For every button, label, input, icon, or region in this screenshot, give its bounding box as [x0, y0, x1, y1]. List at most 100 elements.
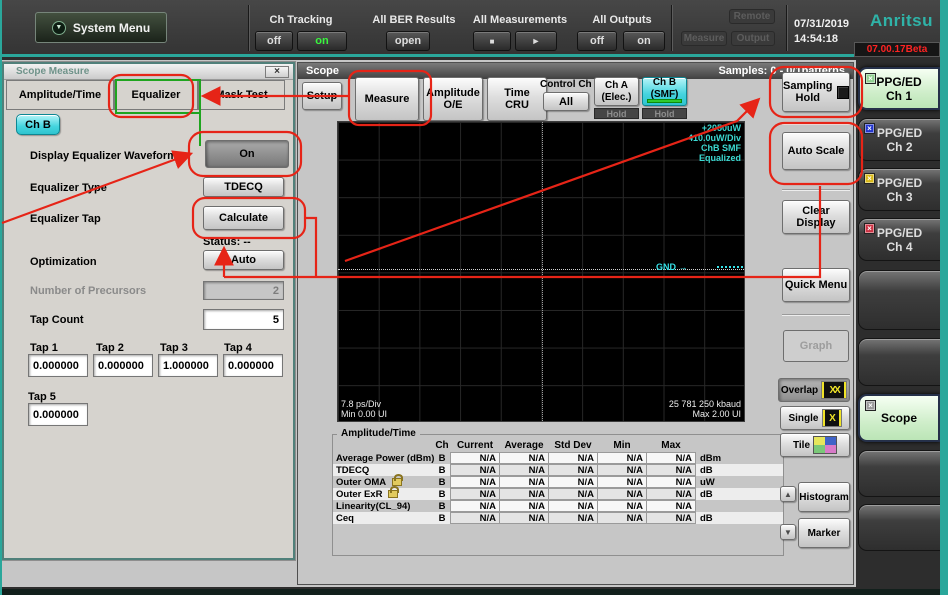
sidebar-item-blank[interactable]: [858, 504, 940, 551]
ch-b-hold-button[interactable]: Hold: [642, 108, 687, 119]
all-outputs-label: All Outputs: [574, 14, 670, 26]
sidebar-item-blank[interactable]: [858, 450, 940, 497]
ch-tracking-on-button[interactable]: on: [297, 31, 347, 51]
control-ch-all-button[interactable]: All: [543, 92, 589, 111]
result-cell: N/A: [548, 488, 598, 500]
histogram-button[interactable]: Histogram: [798, 482, 850, 512]
result-cell: N/A: [597, 476, 647, 488]
center-cursor-line: [542, 122, 543, 421]
channel-b-chip[interactable]: Ch B: [16, 114, 60, 135]
number-of-precursors-field[interactable]: 2: [203, 281, 284, 300]
all-measurements-start-button[interactable]: ►: [515, 31, 557, 51]
sidebar-item-blank[interactable]: [858, 270, 940, 330]
time-cru-button[interactable]: Time CRU: [487, 77, 547, 121]
clear-display-button[interactable]: Clear Display: [782, 200, 850, 234]
channel-status-icon: [864, 173, 875, 184]
horizontal-scale-readout: 7.8 ps/Div Min 0.00 UI: [341, 399, 387, 419]
result-cell: N/A: [499, 512, 549, 524]
result-cell: N/A: [597, 488, 647, 500]
overlap-view-button[interactable]: Overlap: [778, 378, 850, 402]
tap3-field[interactable]: 1.000000: [158, 354, 218, 377]
ch-tracking-off-button[interactable]: off: [255, 31, 293, 51]
waveform-display: GND → +2050uW 410.0uW/Div ChB SMF Equali…: [337, 121, 745, 422]
tap-count-label: Tap Count: [30, 314, 84, 326]
sidebar-item-ppg-ed-ch2[interactable]: PPG/ED Ch 2: [858, 118, 940, 161]
calculate-button[interactable]: Calculate: [203, 206, 284, 230]
divider: [782, 314, 850, 315]
tap5-label: Tap 5: [28, 391, 56, 403]
sidebar-item-label: PPG/ED Ch 3: [877, 176, 922, 204]
single-view-button[interactable]: Single: [780, 406, 850, 430]
chevron-down-icon: ▼: [52, 21, 66, 35]
setup-button[interactable]: Setup: [302, 82, 342, 110]
result-cell: N/A: [450, 476, 500, 488]
scroll-down-button[interactable]: ▼: [780, 524, 796, 540]
tap2-field[interactable]: 0.000000: [93, 354, 153, 377]
amplitude-per-div-label: 410.0uW/Div: [688, 133, 741, 143]
dialog-title: Scope Measure: [16, 66, 89, 77]
tap1-label: Tap 1: [30, 342, 58, 354]
result-cell: N/A: [499, 488, 549, 500]
tap3-label: Tap 3: [160, 342, 188, 354]
channel-status-icon: [864, 123, 875, 134]
result-unit: uW: [696, 477, 730, 488]
sidebar-item-blank[interactable]: [858, 338, 940, 386]
sidebar-item-ppg-ed-ch4[interactable]: PPG/ED Ch 4: [858, 218, 940, 261]
system-menu-button[interactable]: ▼ System Menu: [35, 12, 167, 43]
tap5-field[interactable]: 0.000000: [28, 403, 88, 426]
header-current: Current: [450, 440, 500, 451]
tab-amplitude-time[interactable]: Amplitude/Time: [6, 80, 114, 110]
tile-view-button[interactable]: Tile: [780, 433, 850, 457]
result-name: Outer ExR: [336, 489, 382, 500]
ch-tracking-label: Ch Tracking: [252, 14, 350, 26]
auto-scale-button[interactable]: Auto Scale: [782, 132, 850, 170]
hold-indicator-icon: [837, 86, 849, 99]
tab-mask-test[interactable]: Mask Test: [198, 80, 285, 110]
result-cell: N/A: [597, 500, 647, 512]
measure-button[interactable]: Measure: [355, 77, 419, 121]
result-name: Linearity(CL_94): [336, 501, 410, 512]
tap1-field[interactable]: 0.000000: [28, 354, 88, 377]
result-name: Outer OMA: [336, 477, 386, 488]
all-outputs-on-button[interactable]: on: [623, 31, 665, 51]
all-ber-open-button[interactable]: open: [386, 31, 430, 51]
display-equalizer-waveform-on-button[interactable]: On: [205, 140, 289, 168]
time-min-label: Min 0.00 UI: [341, 409, 387, 419]
result-cell: N/A: [548, 476, 598, 488]
bezel-left: [0, 0, 2, 595]
quick-menu-button[interactable]: Quick Menu: [782, 268, 850, 302]
tap4-label: Tap 4: [224, 342, 252, 354]
sidebar-item-label: PPG/ED Ch 4: [877, 226, 922, 254]
equalizer-type-button[interactable]: TDECQ: [203, 177, 284, 197]
result-name: TDECQ: [336, 465, 369, 476]
equalized-label: Equalized: [688, 153, 741, 163]
table-row: Outer ExR B N/A N/A N/A N/A N/A dB: [333, 488, 783, 500]
ch-b-button[interactable]: Ch B (SMF): [642, 77, 687, 106]
scroll-up-button[interactable]: ▲: [780, 486, 796, 502]
sampling-hold-button[interactable]: Sampling Hold: [782, 72, 850, 112]
tab-equalizer[interactable]: Equalizer: [114, 80, 198, 110]
result-cell: N/A: [597, 512, 647, 524]
sidebar-item-ppg-ed-ch1[interactable]: PPG/ED Ch 1: [858, 67, 940, 110]
divider: [786, 5, 787, 51]
tap-count-field[interactable]: 5: [203, 309, 284, 330]
result-unit: dB: [696, 489, 730, 500]
ch-a-button[interactable]: Ch A (Elec.): [594, 77, 639, 106]
optimization-dropdown[interactable]: Auto: [203, 250, 284, 270]
result-channel: B: [433, 513, 451, 524]
sidebar-item-ppg-ed-ch3[interactable]: PPG/ED Ch 3: [858, 168, 940, 211]
sidebar-item-scope[interactable]: Scope: [858, 394, 940, 442]
all-measurements-stop-button[interactable]: ■: [473, 31, 511, 51]
bezel-right: [940, 0, 948, 595]
result-cell: N/A: [450, 452, 500, 464]
graph-button[interactable]: Graph: [783, 330, 849, 362]
header-min: Min: [597, 440, 647, 451]
close-icon[interactable]: ×: [265, 66, 289, 78]
ch-a-hold-button[interactable]: Hold: [594, 108, 639, 119]
amplitude-oe-button[interactable]: Amplitude O/E: [423, 77, 483, 121]
tap4-field[interactable]: 0.000000: [223, 354, 283, 377]
level-bar-icon: [647, 99, 682, 103]
all-outputs-off-button[interactable]: off: [577, 31, 617, 51]
marker-button[interactable]: Marker: [798, 518, 850, 548]
all-ber-results-label: All BER Results: [360, 14, 468, 26]
